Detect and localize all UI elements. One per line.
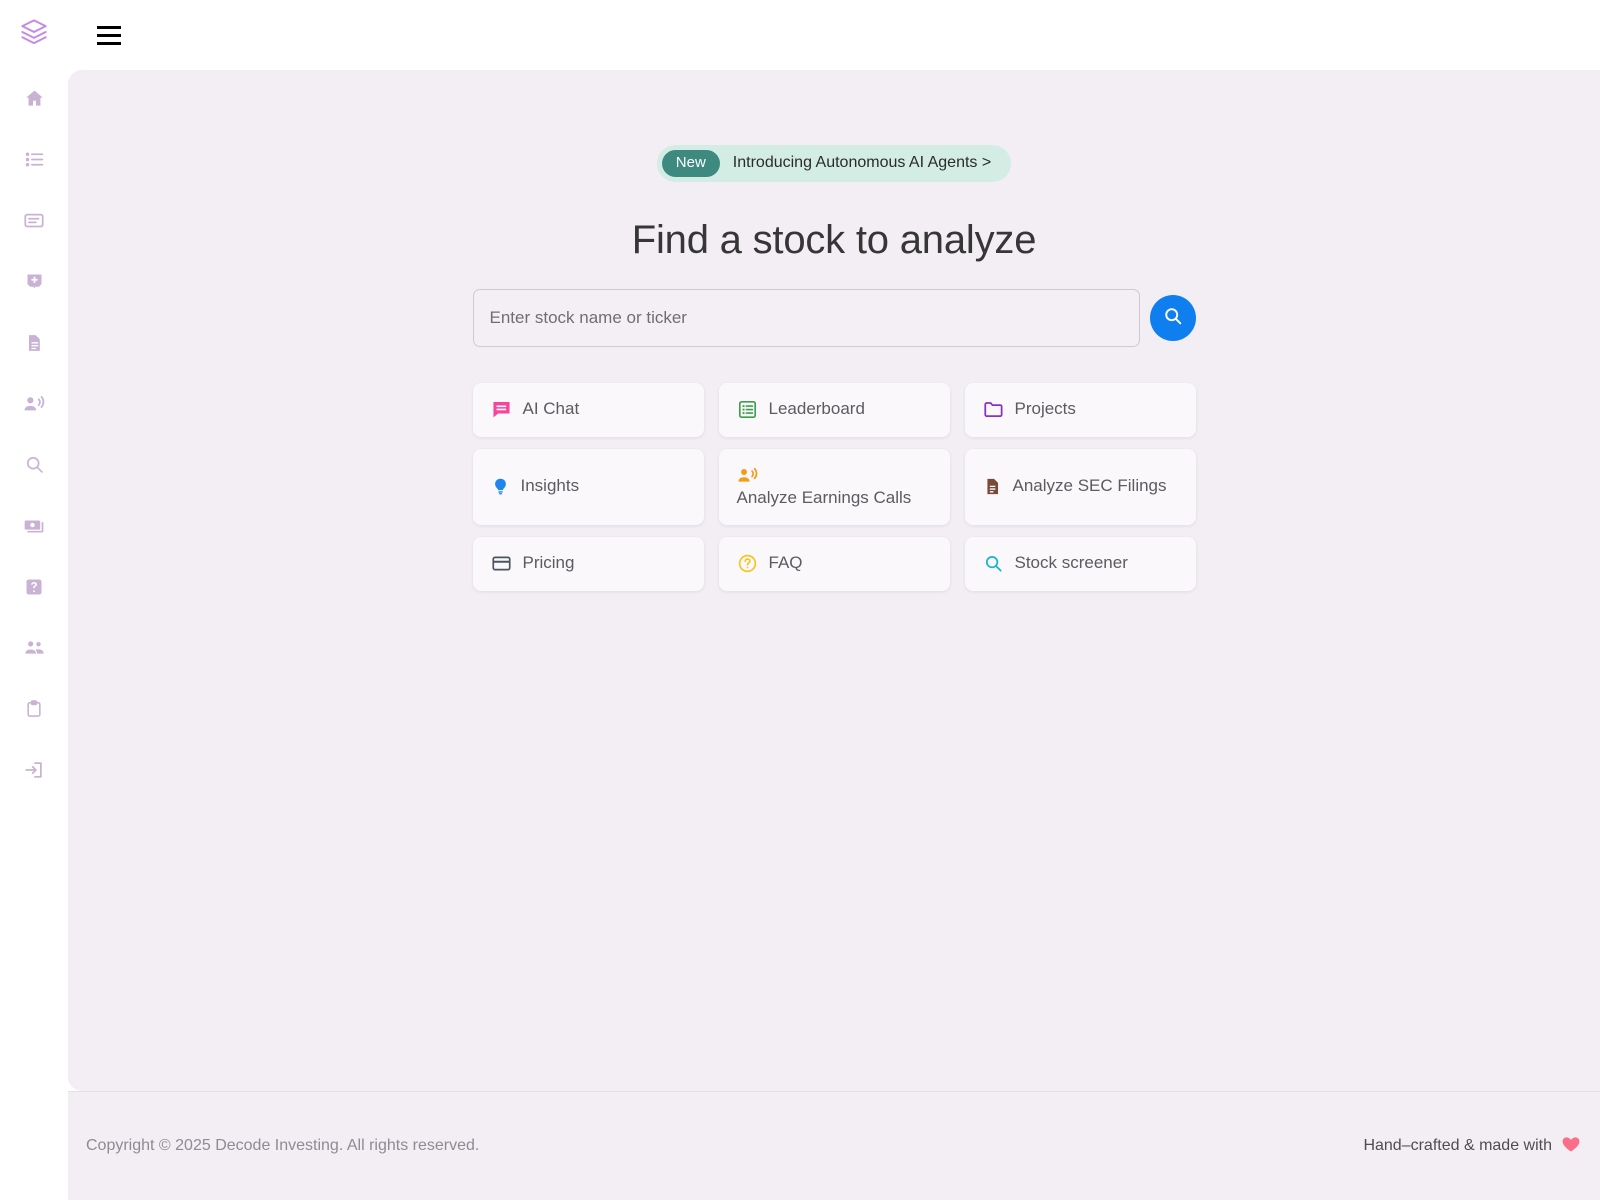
money-icon [23,515,45,537]
top-bar [68,0,1600,70]
search-button[interactable] [1149,294,1196,341]
center-column: New Introducing Autonomous AI Agents > F… [472,70,1196,591]
tile-label: Analyze SEC Filings [1012,476,1167,496]
people-icon [23,636,46,659]
sidebar-item-home[interactable] [0,68,68,129]
sidebar-item-dashboard[interactable] [0,190,68,251]
sidebar-item-add-stock[interactable] [0,251,68,312]
search-row [472,288,1196,347]
tile-label: Stock screener [1014,553,1128,573]
tile-label: AI Chat [522,399,580,419]
hamburger-line [97,33,121,37]
app-root: New Introducing Autonomous AI Agents > F… [0,0,1600,1200]
list-ordered-icon [24,149,45,170]
quick-links-grid: AI Chat Leaderboard Projects Insights An… [472,382,1196,591]
monitor-list-icon [23,210,45,232]
hamburger-line [97,25,121,29]
sidebar-item-filings[interactable] [0,312,68,373]
tile-faq[interactable]: FAQ [718,536,950,591]
sidebar-item-faq[interactable] [0,556,68,617]
tile-pricing[interactable]: Pricing [472,536,704,591]
search-icon [1162,305,1184,330]
tile-stock-screener[interactable]: Stock screener [964,536,1196,591]
tile-projects[interactable]: Projects [964,382,1196,437]
announcement-text: Introducing Autonomous AI Agents > [732,154,992,172]
page-title: Find a stock to analyze [631,217,1037,262]
tile-ai-chat[interactable]: AI Chat [472,382,704,437]
made-with-text: Hand–crafted & made with [1363,1137,1552,1154]
made-with: Hand–crafted & made with [1363,1134,1582,1158]
hamburger-line [97,41,121,45]
tile-label: FAQ [768,553,803,573]
heart-icon [1560,1134,1582,1158]
announcement-new-badge: New [661,150,720,177]
record-voice-icon [737,465,758,486]
tile-label: Leaderboard [768,399,865,419]
document-icon [24,333,44,353]
sidebar-item-community[interactable] [0,617,68,678]
footer: Copyright © 2025 Decode Investing. All r… [68,1091,1600,1200]
tile-content: Analyze Earnings Calls [737,463,932,511]
layers-icon [20,18,48,51]
tile-analyze-sec-filings[interactable]: Analyze SEC Filings [964,448,1196,525]
badge-plus-icon [24,271,45,292]
search-icon [983,553,1004,574]
chat-bubble-icon [491,399,512,420]
search-icon [24,454,45,475]
sidebar-item-projects[interactable] [0,678,68,739]
search-input[interactable] [472,288,1140,347]
clipboard-icon [24,699,44,719]
tile-label: Pricing [522,553,575,573]
tile-analyze-earnings-calls[interactable]: Analyze Earnings Calls [718,448,950,525]
lightbulb-icon [491,476,510,497]
main-panel: New Introducing Autonomous AI Agents > F… [68,70,1600,1091]
question-box-icon [24,577,44,597]
copyright-text: Copyright © 2025 Decode Investing. All r… [86,1137,480,1154]
tile-leaderboard[interactable]: Leaderboard [718,382,950,437]
credit-card-icon [491,553,512,574]
sidebar-rail [0,0,68,1200]
sidebar-item-earnings-calls[interactable] [0,373,68,434]
hamburger-menu-icon[interactable] [97,22,123,48]
home-icon [24,88,45,109]
sidebar-item-screener[interactable] [0,434,68,495]
question-circle-icon [737,553,758,574]
list-board-icon [737,399,758,420]
document-icon [983,476,1002,497]
tile-label: Projects [1014,399,1076,419]
login-icon [23,759,45,781]
sidebar-item-pricing[interactable] [0,495,68,556]
sidebar-item-sign-in[interactable] [0,739,68,800]
folder-icon [983,399,1004,420]
record-voice-icon [23,393,45,415]
tile-insights[interactable]: Insights [472,448,704,525]
app-logo[interactable] [0,0,68,68]
announcement-banner[interactable]: New Introducing Autonomous AI Agents > [656,145,1012,182]
tile-label: Analyze Earnings Calls [736,487,912,507]
tile-label: Insights [520,476,580,496]
sidebar-items [0,68,68,800]
sidebar-item-watchlist[interactable] [0,129,68,190]
